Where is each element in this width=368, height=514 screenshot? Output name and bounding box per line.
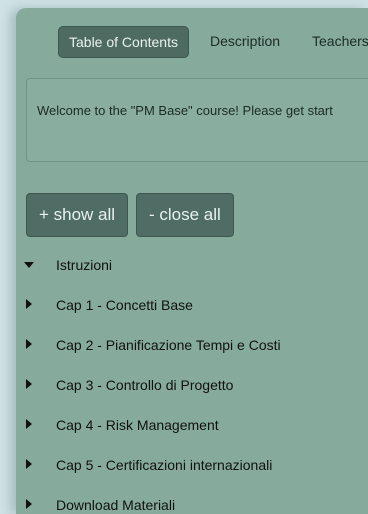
caret-right-icon[interactable] [26,459,32,469]
welcome-box: Welcome to the "PM Base" course! Please … [26,78,368,162]
caret-down-icon[interactable] [24,262,34,268]
tree-item-cap-1[interactable]: Cap 1 - Concetti Base [16,292,368,318]
tab-bar: Table of Contents Description Teachers [16,26,368,62]
tab-table-of-contents[interactable]: Table of Contents [58,26,189,58]
tree-item-label[interactable]: Cap 5 - Certificazioni internazionali [56,452,272,478]
tree-item-cap-4[interactable]: Cap 4 - Risk Management [16,412,368,438]
tree-item-label[interactable]: Cap 4 - Risk Management [56,412,219,438]
tree-item-label[interactable]: Istruzioni [56,252,112,278]
caret-right-icon[interactable] [26,419,32,429]
caret-right-icon[interactable] [26,299,32,309]
tab-teachers[interactable]: Teachers [302,26,368,56]
tab-description[interactable]: Description [200,26,290,56]
caret-right-icon[interactable] [26,339,32,349]
caret-right-icon[interactable] [26,379,32,389]
caret-right-icon[interactable] [26,499,32,509]
tree-item-cap-5[interactable]: Cap 5 - Certificazioni internazionali [16,452,368,478]
show-all-button[interactable]: + show all [26,193,129,237]
tree-item-istruzioni[interactable]: Istruzioni [16,252,368,278]
welcome-text: Welcome to the "PM Base" course! Please … [37,103,333,118]
close-all-button[interactable]: - close all [136,193,234,237]
tree-item-label[interactable]: Cap 2 - Pianificazione Tempi e Costi [56,332,281,358]
tree-item-label[interactable]: Download Materiali [56,492,175,514]
tree-item-cap-2[interactable]: Cap 2 - Pianificazione Tempi e Costi [16,332,368,358]
course-panel: Table of Contents Description Teachers W… [16,8,368,514]
tree-item-download-materiali[interactable]: Download Materiali [16,492,368,514]
tree-item-label[interactable]: Cap 1 - Concetti Base [56,292,193,318]
tree-item-label[interactable]: Cap 3 - Controllo di Progetto [56,372,233,398]
tree-item-cap-3[interactable]: Cap 3 - Controllo di Progetto [16,372,368,398]
